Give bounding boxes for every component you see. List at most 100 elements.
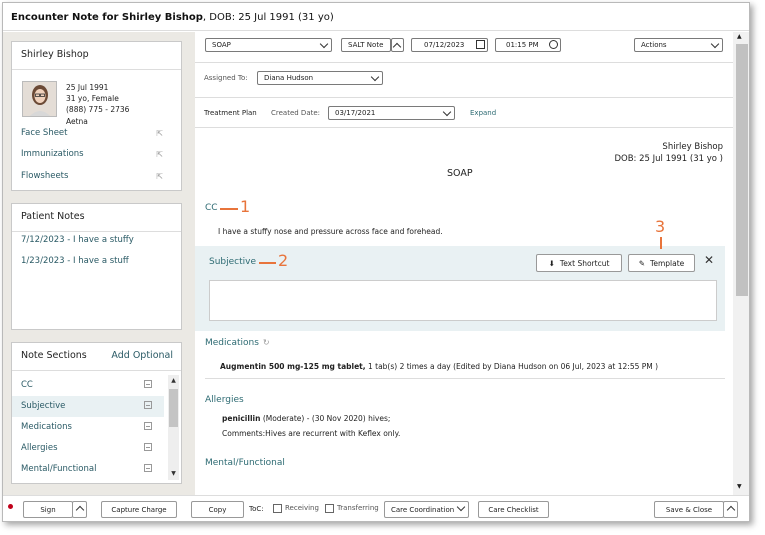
sign-menu-button[interactable] [72,501,87,518]
left-sidebar: Shirley Bishop 25 Jul 1991 31 yo, Female… [3,32,195,495]
time-field[interactable]: 01:15 PM [495,38,561,52]
date-field[interactable]: 07/12/2023 [411,38,488,52]
chevron-down-icon [370,72,380,82]
patient-notes-title: Patient Notes [12,204,181,232]
assigned-to-select[interactable]: Diana Hudson [257,71,383,85]
scroll-thumb[interactable] [169,389,178,427]
callout-1: 1 [240,197,251,216]
sign-button[interactable]: Sign [23,501,73,518]
patient-notes-panel: Patient Notes 7/12/2023 - I have a stuff… [11,203,182,330]
note-patient-dob: DOB: 25 Jul 1991 (31 yo ) [614,154,723,164]
collapse-icon [144,443,152,451]
template-button[interactable]: ✎ Template [628,254,695,272]
collapse-icon [144,380,152,388]
medications-label: Medications ↻ [205,338,270,348]
receiving-label: Receiving [285,504,319,512]
chevron-down-icon [319,39,329,49]
note-content-area: Shirley Bishop DOB: 25 Jul 1991 (31 yo )… [195,32,733,495]
scroll-thumb[interactable] [736,44,748,296]
scroll-up-icon: ▲ [737,33,742,40]
section-item-cc[interactable]: CC [12,375,164,396]
patient-photo-icon [23,82,56,116]
treatment-plan-label: Treatment Plan [204,109,257,117]
external-link-icon[interactable]: ⇱ [156,150,163,159]
patient-name: Shirley Bishop [12,42,181,70]
assigned-to-label: Assigned To: [204,74,248,82]
expand-link[interactable]: Expand [470,109,496,117]
patient-note-item[interactable]: 7/12/2023 - I have a stuffy [21,235,134,245]
transferring-label: Transferring [337,504,379,512]
subjective-label: Subjective [209,257,257,267]
note-patient-name: Shirley Bishop [662,142,723,152]
care-checklist-button[interactable]: Care Checklist [478,501,549,518]
patient-note-item[interactable]: 1/23/2023 - I have a stuff [21,256,129,266]
section-item-medications[interactable]: Medications [12,417,164,438]
mental-functional-label: Mental/Functional [205,458,285,468]
callout-line [220,208,238,210]
allergies-label: Allergies [205,395,244,405]
note-heading: SOAP [447,168,473,179]
salt-toggle-button[interactable] [391,38,404,52]
scroll-down-icon: ▼ [737,483,742,490]
subjective-section: Subjective 2 ⬇ Text Shortcut ✎ Template ✕ [195,246,725,331]
refresh-icon: ↻ [262,338,270,347]
subjective-textarea[interactable] [209,280,717,321]
edit-icon: ✎ [638,259,646,268]
note-sections-title: Note Sections Add Optional [12,343,181,371]
created-date-label: Created Date: [271,109,321,117]
download-icon: ⬇ [548,259,555,268]
footer-bar: Sign Capture Charge Copy ToC: Receiving … [3,495,749,521]
encounter-note-window: Encounter Note for Shirley Bishop, DOB: … [2,2,750,522]
note-sections-panel: Note Sections Add Optional CC Subjective… [11,342,182,484]
clock-icon [549,40,558,49]
allergy-entry: penicillin (Moderate) - (30 Nov 2020) hi… [222,414,391,423]
patient-demographics: 25 Jul 1991 31 yo, Female (888) 775 - 27… [66,83,130,126]
face-sheet-link[interactable]: Face Sheet [21,128,68,138]
created-date-select[interactable]: 03/17/2021 [328,106,455,120]
receiving-checkbox[interactable] [273,504,282,513]
status-dot [8,504,13,509]
callout-3: 3 [655,217,666,236]
flowsheets-link[interactable]: Flowsheets [21,171,68,181]
cc-text: I have a stuffy nose and pressure across… [218,227,443,236]
external-link-icon[interactable]: ⇱ [156,172,163,181]
collapse-icon [144,422,152,430]
text-shortcut-button[interactable]: ⬇ Text Shortcut [536,254,622,272]
sections-scrollbar[interactable]: ▲ ▼ [168,375,179,480]
transferring-checkbox[interactable] [325,504,334,513]
chevron-down-icon [456,502,466,512]
chevron-up-icon [392,42,402,52]
external-link-icon[interactable]: ⇱ [156,129,163,138]
collapse-icon [144,464,152,472]
chevron-down-icon [710,39,720,49]
actions-select[interactable]: Actions [634,38,723,52]
section-item-subjective[interactable]: Subjective [12,396,164,417]
collapse-icon [144,401,152,409]
section-item-allergies[interactable]: Allergies [12,438,164,459]
save-close-button[interactable]: Save & Close [654,501,724,518]
capture-charge-button[interactable]: Capture Charge [101,501,177,518]
close-icon[interactable]: ✕ [704,253,714,267]
calendar-icon [476,40,485,49]
salt-note-button[interactable]: SALT Note [341,38,391,52]
callout-line [660,237,662,249]
main-scrollbar[interactable]: ▲ ▼ [733,32,749,495]
patient-card: Shirley Bishop 25 Jul 1991 31 yo, Female… [11,41,182,191]
scroll-down-icon: ▼ [171,470,176,477]
save-menu-button[interactable] [723,501,738,518]
avatar [22,81,57,117]
copy-button[interactable]: Copy [191,501,244,518]
chevron-up-icon [726,505,736,515]
callout-2: 2 [278,251,289,270]
callout-line [259,262,276,264]
note-type-select[interactable]: SOAP [205,38,332,52]
scroll-up-icon: ▲ [171,377,176,384]
chevron-down-icon [442,107,452,117]
add-optional-link[interactable]: Add Optional [111,350,173,361]
care-coordination-select[interactable]: Care Coordination [384,501,469,518]
immunizations-link[interactable]: Immunizations [21,149,84,159]
section-item-mental-functional[interactable]: Mental/Functional [12,459,164,480]
medication-entry: Augmentin 500 mg-125 mg tablet, 1 tab(s)… [220,362,659,371]
chevron-up-icon [75,505,85,515]
window-title: Encounter Note for Shirley Bishop, DOB: … [3,3,749,31]
